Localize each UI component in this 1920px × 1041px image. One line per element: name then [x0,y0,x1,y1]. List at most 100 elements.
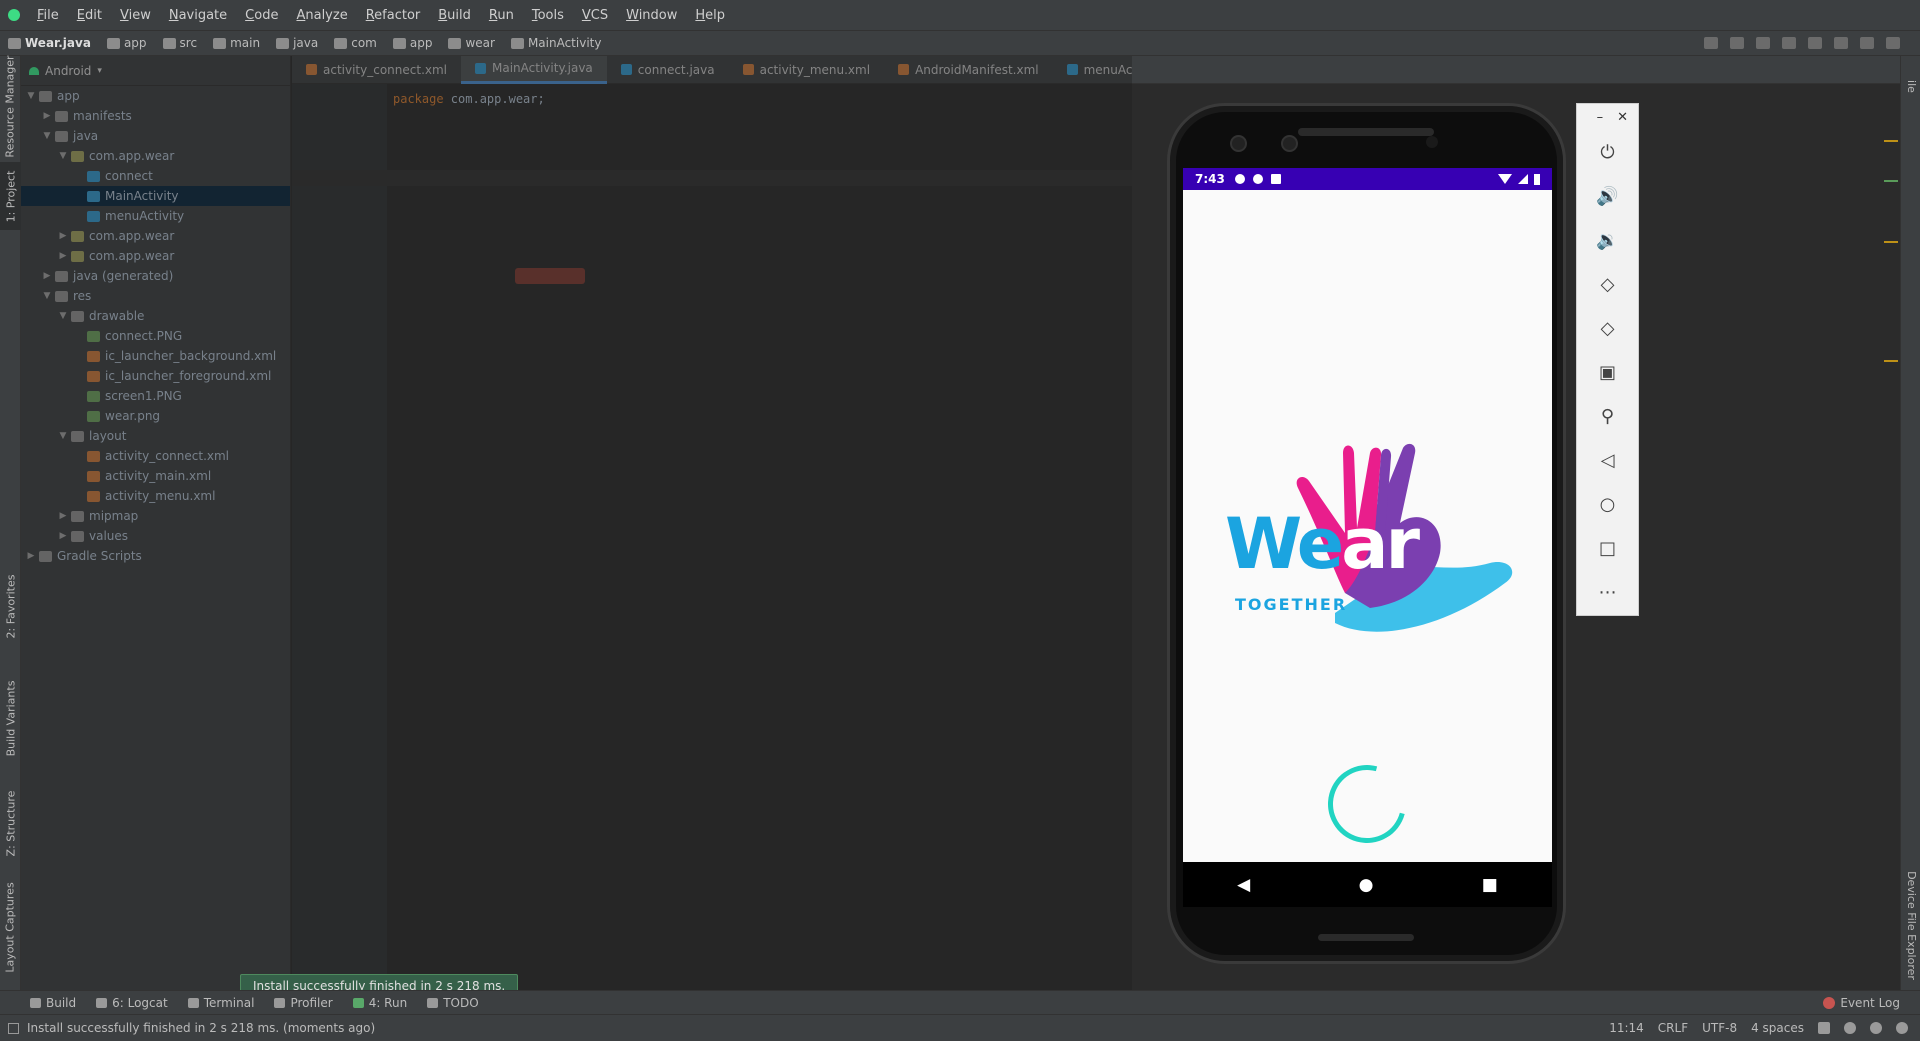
run-icon[interactable] [1756,37,1770,49]
profiler-icon [274,997,286,1008]
warning-marker[interactable] [1884,360,1898,362]
breadcrumb-label: com [351,36,377,50]
volume-down-icon[interactable]: 🔉 [1577,218,1638,262]
android-studio-logo-icon [0,0,28,30]
indent-setting[interactable]: 4 spaces [1751,1021,1804,1035]
debug-icon[interactable] [1782,37,1796,49]
menu-tools[interactable]: Tools [523,8,573,23]
line-separator[interactable]: CRLF [1658,1021,1688,1035]
tool-window-label: 6: Logcat [112,995,168,1010]
folder-icon [510,37,524,49]
breadcrumb-item[interactable]: java [268,36,326,50]
notifications-icon[interactable] [1896,1022,1908,1034]
overview-icon[interactable]: □ [1577,526,1638,570]
search-icon[interactable] [1886,37,1900,49]
signal-icon [1518,174,1528,184]
battery-icon [1534,173,1540,185]
breadcrumb-item[interactable]: app [385,36,441,50]
run-config-icon[interactable] [1730,37,1744,49]
phone-speaker [1298,128,1434,136]
tool-window-label: TODO [443,995,479,1010]
breadcrumb-item[interactable]: wear [440,36,502,50]
minimize-icon[interactable]: – [1597,110,1604,125]
close-icon[interactable]: ✕ [1617,110,1628,125]
menu-analyze[interactable]: Analyze [287,8,356,23]
tool-window-button[interactable]: Profiler [264,996,342,1010]
loading-spinner [1313,750,1421,858]
emulator-toolbar: – ✕ ⏻ 🔊 🔉 ◇ ◇ ▣ ⚲ ◁ ○ □ ⋯ [1576,103,1639,616]
breadcrumb-item[interactable]: src [155,36,206,50]
logo-wordmark: Wear [1225,503,1420,585]
zoom-icon[interactable]: ⚲ [1577,394,1638,438]
back-icon[interactable]: ◀ [1237,875,1250,895]
error-stripe [1882,84,1900,974]
phone-screen[interactable]: 7:43 Wear TOGETHER [1183,168,1552,862]
sdk-manager-icon[interactable] [1860,37,1874,49]
tab-resource-manager[interactable]: Resource Manager [0,55,21,157]
tab-build-variants[interactable]: Build Variants [0,668,21,768]
warning-marker[interactable] [1884,241,1898,243]
hammer-icon[interactable] [1704,37,1718,49]
tool-window-button[interactable]: Build [20,996,86,1010]
tool-window-button[interactable]: Terminal [178,996,265,1010]
breadcrumb-label: app [409,36,433,50]
rotate-left-icon[interactable]: ◇ [1577,262,1638,306]
tab-device-file-explorer[interactable]: Device File Explorer [1901,864,1920,986]
inspector-icon[interactable] [1870,1022,1882,1034]
breadcrumb-label: Wear.java [25,36,91,50]
power-icon[interactable]: ⏻ [1577,130,1638,174]
back-icon[interactable]: ◁ [1577,438,1638,482]
rotate-right-icon[interactable]: ◇ [1577,306,1638,350]
home-icon[interactable]: ● [1359,875,1374,895]
tool-window-button[interactable]: 4: Run [343,996,418,1010]
menu-code[interactable]: Code [236,8,287,23]
menu-window[interactable]: Window [617,8,686,23]
toolbar-actions [1704,37,1920,49]
tab-right-top[interactable]: ile [1901,56,1920,116]
lock-icon[interactable] [1818,1022,1830,1034]
breadcrumb-item[interactable]: MainActivity [503,36,610,50]
breadcrumb-item[interactable]: app [99,36,155,50]
tool-window-label: Profiler [290,995,333,1010]
folder-icon [106,37,120,49]
recents-icon[interactable]: ■ [1482,875,1498,895]
menu-build[interactable]: Build [429,8,480,23]
folder-icon [448,37,462,49]
ok-marker[interactable] [1884,180,1898,182]
right-tool-strip: ile Device File Explorer [1900,56,1920,990]
camera-icon[interactable]: ▣ [1577,350,1638,394]
menu-edit[interactable]: Edit [68,8,111,23]
sync-icon[interactable] [1808,37,1822,49]
file-encoding[interactable]: UTF-8 [1702,1021,1737,1035]
tab-structure[interactable]: Z: Structure [0,778,21,868]
avd-manager-icon[interactable] [1834,37,1848,49]
tool-window-button[interactable]: TODO [417,996,488,1010]
menu-file[interactable]: File [28,8,68,23]
menu-navigate[interactable]: Navigate [160,8,236,23]
status-toggle-icon[interactable] [8,1022,19,1034]
folder-icon [392,37,406,49]
menu-run[interactable]: Run [480,8,523,23]
menu-refactor[interactable]: Refactor [357,8,430,23]
volume-up-icon[interactable]: 🔊 [1577,174,1638,218]
caret-position[interactable]: 11:14 [1609,1021,1644,1035]
tab-project[interactable]: 1: Project [0,162,21,230]
git-icon[interactable] [1844,1022,1856,1034]
tool-window-button[interactable]: 6: Logcat [86,996,178,1010]
settings-icon [1234,174,1245,184]
breadcrumb-item[interactable]: main [205,36,268,50]
menu-help[interactable]: Help [686,8,734,23]
breadcrumb-item[interactable]: com [326,36,385,50]
menu-vcs[interactable]: VCS [573,8,617,23]
breadcrumb-item[interactable]: Wear.java [0,36,99,50]
more-icon[interactable]: ⋯ [1577,570,1638,614]
tab-favorites[interactable]: 2: Favorites [0,566,21,646]
todo-icon [427,997,439,1008]
home-icon[interactable]: ○ [1577,482,1638,526]
menu-view[interactable]: View [111,8,160,23]
event-log-button[interactable]: Event Log [1823,996,1920,1010]
warning-marker[interactable] [1884,140,1898,142]
breadcrumb-label: wear [465,36,495,50]
tab-layout-captures[interactable]: Layout Captures [0,872,21,982]
tool-window-label: Terminal [203,995,255,1010]
